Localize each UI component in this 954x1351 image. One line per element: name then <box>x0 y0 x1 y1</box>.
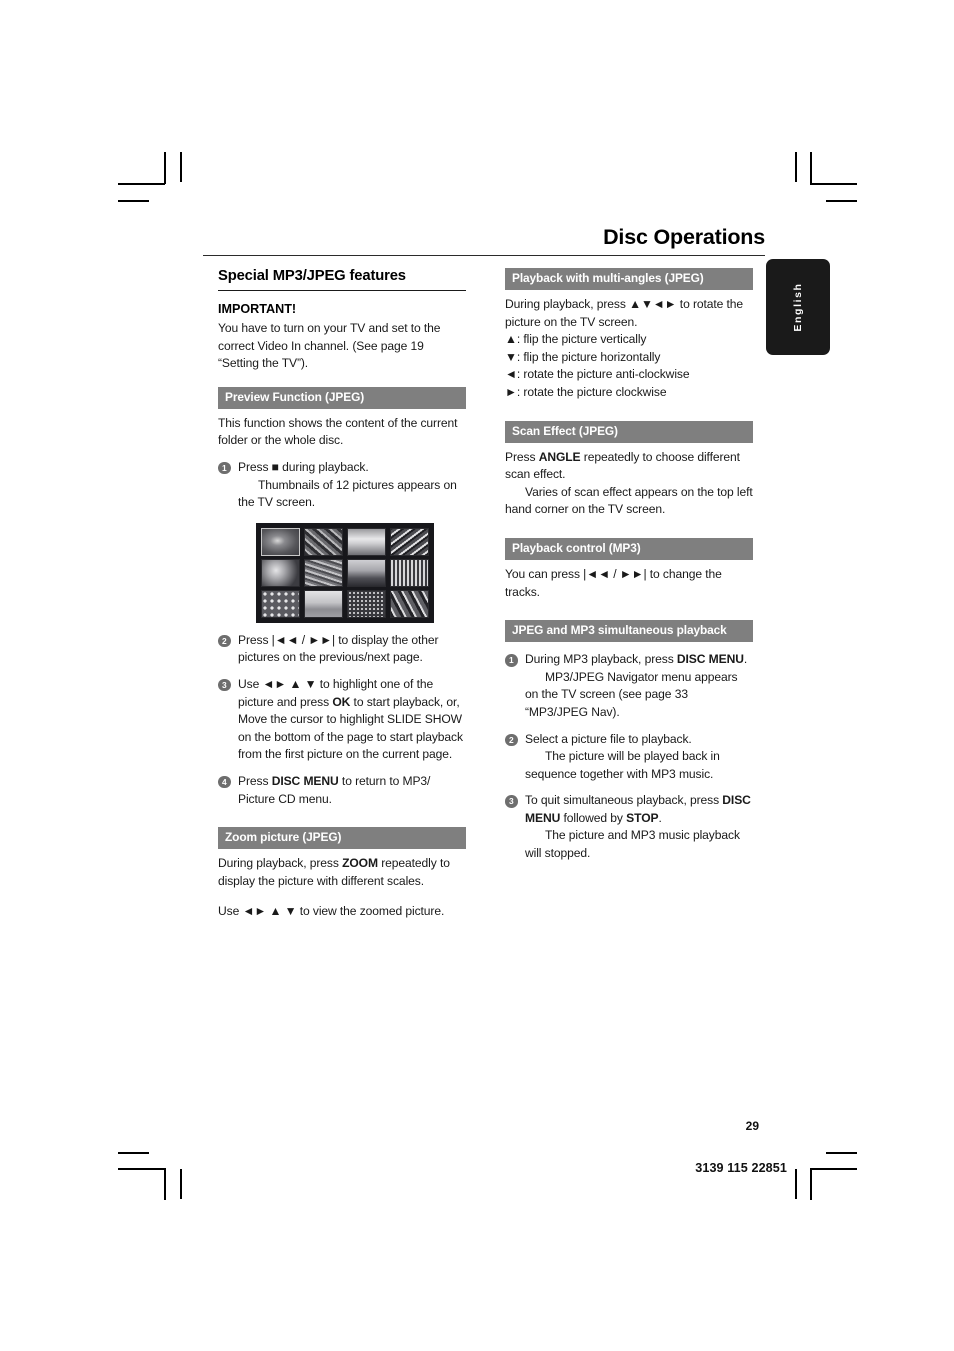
thumbnail-item <box>347 558 386 587</box>
step-subtext: Move the cursor to highlight SLIDE SHOW … <box>238 712 463 762</box>
step-number-badge: 2 <box>218 634 231 648</box>
list-item: 1 During MP3 playback, press DISC MENU. … <box>505 651 753 721</box>
step-subtext: The picture will be played back in seque… <box>525 749 720 781</box>
thumbnail-item <box>390 558 429 587</box>
bar-playback-control: Playback control (MP3) <box>505 537 753 560</box>
step-text: Select a picture file to playback. <box>525 731 692 746</box>
section-title-special-features: Special MP3/JPEG features <box>218 268 466 291</box>
list-item: 3 Use ◄► ▲ ▼ to highlight one of the pic… <box>218 676 466 764</box>
zoom-text-1: During playback, press ZOOM repeatedly t… <box>218 856 450 888</box>
thumbnail-item <box>261 558 300 587</box>
step-text: Press ■ during playback. <box>238 459 369 474</box>
language-tab-label: English <box>792 282 804 332</box>
bar-multi-angles: Playback with multi-angles (JPEG) <box>505 268 753 290</box>
multi-angles-line-2: ▼: flip the picture horizontally <box>505 349 661 364</box>
step-subtext-2: the TV screen. <box>238 495 316 510</box>
step-text: Press |◄◄ / ►►| to display the other pic… <box>238 632 439 665</box>
scan-effect-text-2-inner: Varies of scan effect appears on the top… <box>505 484 753 517</box>
zoom-text-2: Use ◄► ▲ ▼ to view the zoomed picture. <box>218 904 445 919</box>
step-number-badge: 3 <box>218 678 231 692</box>
bar-zoom-picture: Zoom picture (JPEG) <box>218 827 466 850</box>
thumbnail-item <box>304 558 343 587</box>
playback-control-text: You can press |◄◄ / ►►| to change the tr… <box>505 566 722 599</box>
multi-angles-intro: During playback, press ▲▼◄► to rotate th… <box>505 297 744 329</box>
preview-intro-text: This function shows the content of the c… <box>218 415 458 448</box>
list-item: 1 Press ■ during playback. Thumbnails of… <box>218 459 466 512</box>
step-subtext: The picture and MP3 music playback will … <box>525 828 740 861</box>
step-number-badge: 3 <box>505 795 518 808</box>
step-number-badge: 2 <box>505 733 518 746</box>
list-item: 4 Press DISC MENU to return to MP3/ Pict… <box>218 773 466 808</box>
thumbnail-item <box>390 589 429 618</box>
list-item: 2 Press |◄◄ / ►►| to display the other p… <box>218 632 466 667</box>
thumbnail-item <box>347 589 386 618</box>
left-column: Special MP3/JPEG features IMPORTANT! You… <box>218 268 466 921</box>
crop-mark-top-right <box>795 152 865 212</box>
page-number: 29 <box>745 1119 759 1133</box>
page-header: Disc Operations <box>203 224 765 256</box>
multi-angles-line-3: ◄: rotate the picture anti-clockwise <box>505 367 690 382</box>
thumbnail-item <box>390 527 429 556</box>
step-text: Press DISC MENU to return to MP3/ Pictur… <box>238 773 431 806</box>
bar-simultaneous-playback: JPEG and MP3 simultaneous playback <box>505 620 753 643</box>
language-tab: English <box>766 259 830 355</box>
step-number-badge: 1 <box>218 461 231 475</box>
tv-thumbnail-grid <box>256 522 434 623</box>
thumbnail-item <box>261 527 300 556</box>
multi-angles-line-1: ▲: flip the picture vertically <box>505 332 647 347</box>
list-item: 2 Select a picture file to playback. The… <box>505 731 753 784</box>
important-heading: IMPORTANT! <box>218 302 297 316</box>
page-title: Disc Operations <box>603 225 765 249</box>
bar-scan-effect: Scan Effect (JPEG) <box>505 420 753 443</box>
step-number-badge: 4 <box>218 775 231 789</box>
scan-effect-text-2: Varies of scan effect appears on the top… <box>505 484 753 519</box>
step-subtext: MP3/JPEG Navigator menu appears on the T… <box>525 669 738 719</box>
thumbnail-item <box>304 527 343 556</box>
step-text: During MP3 playback, press DISC MENU. <box>525 652 748 667</box>
thumbnail-item <box>261 589 300 618</box>
document-code: 3139 115 22851 <box>695 1161 787 1175</box>
crop-mark-bottom-right <box>795 1152 865 1214</box>
bar-preview-function: Preview Function (JPEG) <box>218 386 466 409</box>
list-item: 3 To quit simultaneous playback, press D… <box>505 792 753 862</box>
header-divider <box>203 255 765 256</box>
step-text: Use ◄► ▲ ▼ to highlight one of the pictu… <box>238 676 460 709</box>
step-number-badge: 1 <box>505 654 518 667</box>
thumbnail-item <box>304 589 343 618</box>
thumbnail-item <box>347 527 386 556</box>
multi-angles-line-4: ►: rotate the picture clockwise <box>505 384 667 399</box>
step-subtext: Thumbnails of 12 pictures appears on <box>258 477 457 492</box>
crop-mark-bottom-left <box>118 1152 188 1214</box>
step-text: To quit simultaneous playback, press DIS… <box>525 793 751 825</box>
right-column: Playback with multi-angles (JPEG) During… <box>505 268 753 863</box>
important-text: You have to turn on your TV and set to t… <box>218 321 441 371</box>
scan-effect-text-1: Press ANGLE repeatedly to choose differe… <box>505 449 740 482</box>
crop-mark-top-left <box>118 152 182 212</box>
